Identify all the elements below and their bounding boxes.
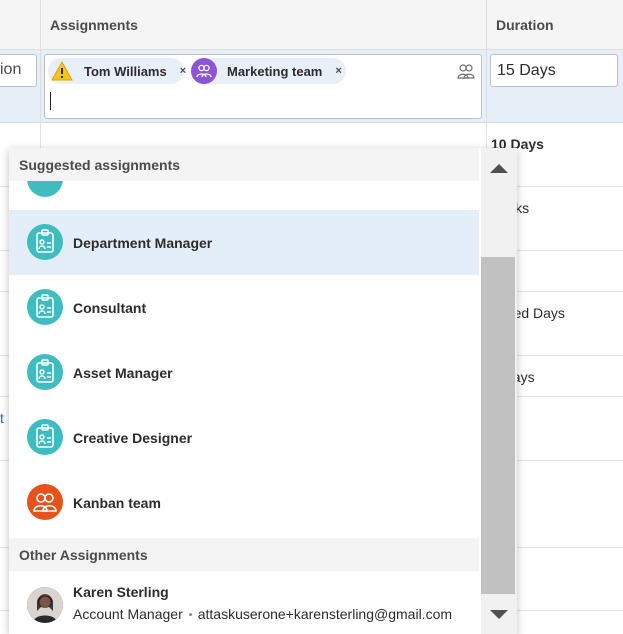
column-divider: [486, 0, 487, 50]
remove-chip-button[interactable]: ×: [335, 65, 341, 77]
warning-icon: [51, 60, 73, 81]
chip-label: Tom Williams: [84, 63, 167, 79]
item-label: Consultant: [73, 299, 147, 316]
column-divider: [486, 50, 487, 123]
item-label: Asset Manager: [73, 364, 173, 381]
editing-row: ion Tom Williams × Marketing team × 15 D…: [0, 50, 623, 123]
suggested-item-department-manager[interactable]: Department Manager: [9, 210, 479, 275]
assignment-chip-tom-williams: Tom Williams ×: [48, 58, 186, 84]
user-role: Account Manager: [73, 606, 183, 622]
job-role-icon: [27, 224, 63, 260]
chip-label: Marketing team: [227, 63, 323, 79]
remove-chip-button[interactable]: ×: [180, 65, 186, 77]
team-icon: [191, 58, 217, 84]
job-role-icon: [27, 354, 63, 390]
user-details: Account Manager attaskuserone+karensterli…: [73, 606, 452, 622]
suggested-assignments-header: Suggested assignments: [9, 148, 479, 181]
suggested-item-asset-manager[interactable]: Asset Manager: [9, 340, 479, 405]
text-cursor: [50, 92, 51, 110]
user-avatar: [27, 587, 63, 623]
suggested-item-creative-designer[interactable]: Creative Designer: [9, 405, 479, 470]
column-header-assignments[interactable]: Assignments: [50, 17, 138, 33]
other-assignments-header: Other Assignments: [9, 538, 479, 571]
team-icon: [27, 484, 63, 520]
user-item-karen-sterling[interactable]: Karen Sterling Account Manager attaskuser…: [9, 571, 479, 634]
user-name: Karen Sterling: [73, 584, 169, 600]
assignment-chip-marketing-team: Marketing team ×: [191, 58, 346, 84]
suggested-item-kanban-team[interactable]: Kanban team: [9, 470, 479, 535]
user-email: attaskuserone+karensterling@gmail.com: [197, 606, 453, 622]
column-header-duration[interactable]: Duration: [496, 17, 554, 33]
scrollbar-thumb[interactable]: [481, 257, 515, 594]
people-picker-icon[interactable]: [457, 63, 475, 79]
suggested-assignments-dropdown: Suggested assignments Department Manager…: [9, 148, 517, 634]
item-label: Department Manager: [73, 234, 213, 251]
assignments-input[interactable]: Tom Williams × Marketing team ×: [44, 54, 482, 119]
column-divider: [40, 0, 41, 50]
scroll-down-arrow-icon[interactable]: [490, 610, 508, 619]
left-cell-link[interactable]: t: [0, 410, 4, 426]
table-header: Assignments Duration: [0, 0, 623, 50]
item-label: Kanban team: [73, 494, 161, 511]
suggested-item-consultant[interactable]: Consultant: [9, 275, 479, 340]
item-label: Creative Designer: [73, 429, 193, 446]
left-cell-input[interactable]: ion: [0, 54, 37, 87]
scroll-up-arrow-icon[interactable]: [490, 164, 508, 173]
duration-input[interactable]: 15 Days: [490, 54, 618, 87]
job-role-icon: [27, 289, 63, 325]
column-divider: [40, 50, 41, 123]
separator-dot: [188, 613, 192, 616]
job-role-icon: [27, 419, 63, 455]
